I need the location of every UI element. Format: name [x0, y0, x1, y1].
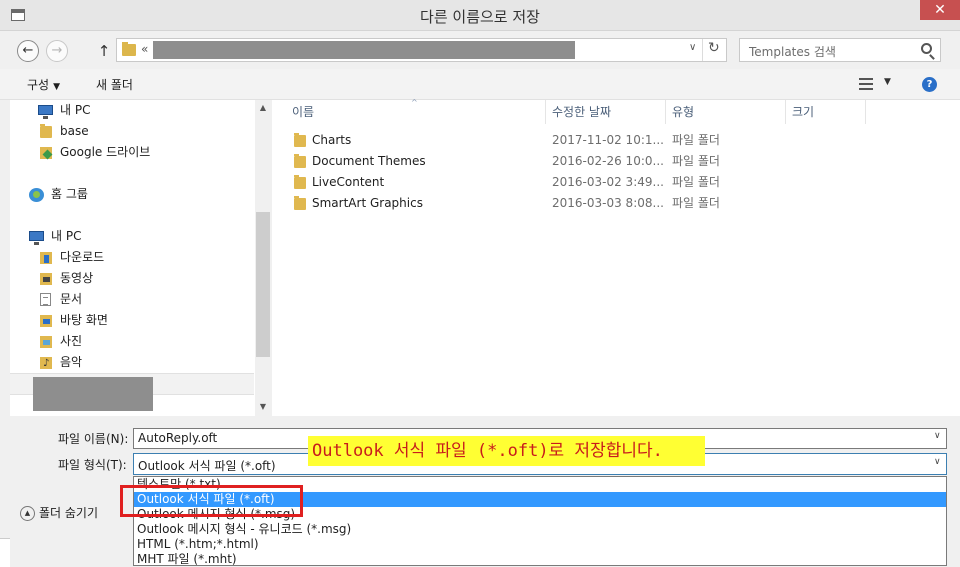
sidebar-item-label: 음악 [60, 355, 83, 369]
sidebar-item-label: 바탕 화면 [60, 313, 108, 327]
filetype-label: 파일 형식(T): [58, 458, 127, 472]
back-button[interactable]: ← [17, 40, 39, 62]
scroll-up-icon[interactable]: ▲ [255, 103, 271, 112]
file-date: 2016-02-26 10:0... [552, 154, 664, 168]
column-divider[interactable] [545, 100, 546, 124]
sidebar-item-label: 다운로드 [60, 250, 105, 264]
redacted-path [153, 41, 575, 59]
file-name: Document Themes [312, 154, 426, 168]
sidebar-item-label: 내 PC [60, 103, 91, 117]
filetype-option[interactable]: Outlook 메시지 형식 - 유니코드 (*.msg) [134, 522, 946, 537]
navigation-scrollbar[interactable]: ▲ ▼ [255, 100, 271, 416]
folder-icon [294, 196, 306, 210]
command-toolbar: 구성 ▼ 새 폴더 ▼ ? [0, 69, 960, 100]
homegroup-icon [29, 188, 44, 202]
address-bar-row: ← → ↑ « ∨ ↻ Templates 검색 [0, 31, 960, 69]
sort-ascending-icon: ^ [411, 98, 418, 107]
pictures-icon [40, 336, 52, 348]
file-date: 2016-03-02 3:49... [552, 175, 664, 189]
address-bar[interactable]: « ∨ ↻ [116, 38, 727, 62]
sidebar-item-label: 동영상 [60, 271, 94, 285]
filename-value[interactable]: AutoReply.oft [138, 431, 217, 445]
file-name: LiveContent [312, 175, 385, 189]
chevron-down-icon[interactable]: ∨ [934, 457, 941, 467]
forward-button[interactable]: → [46, 40, 68, 62]
file-type: 파일 폴더 [672, 133, 720, 147]
close-button[interactable]: ✕ [920, 0, 960, 20]
column-divider[interactable] [785, 100, 786, 124]
folder-icon [294, 133, 306, 147]
column-header-name[interactable]: 이름 [292, 100, 314, 124]
column-header-size[interactable]: 크기 [792, 100, 814, 124]
search-icon[interactable] [921, 43, 932, 54]
file-name: Charts [312, 133, 352, 147]
view-dropdown-icon[interactable]: ▼ [884, 77, 891, 87]
chevron-down-icon: ▼ [53, 82, 61, 92]
file-date: 2016-03-03 8:08... [552, 196, 664, 210]
new-folder-button[interactable]: 새 폴더 [96, 76, 133, 93]
search-box[interactable]: Templates 검색 [739, 38, 941, 62]
save-options-panel: 파일 이름(N): AutoReply.oft ∨ 파일 형식(T): Outl… [0, 416, 960, 567]
file-name: SmartArt Graphics [312, 196, 423, 210]
folder-icon [294, 175, 306, 189]
window-title: 다른 이름으로 저장 [420, 8, 540, 26]
sidebar-item-label: Google 드라이브 [60, 145, 151, 159]
hide-folders-button[interactable]: ▲ 폴더 숨기기 [20, 504, 98, 521]
file-row[interactable]: LiveContent 2016-03-02 3:49... 파일 폴더 [272, 172, 960, 193]
organize-button[interactable]: 구성 ▼ [27, 76, 60, 93]
sidebar-item-label: base [60, 124, 89, 138]
folder-icon [122, 42, 136, 56]
filetype-option[interactable]: HTML (*.htm;*.html) [134, 537, 946, 552]
window-edge [0, 538, 10, 567]
chevron-up-icon: ▲ [20, 506, 35, 521]
filetype-option[interactable]: MHT 파일 (*.mht) [134, 552, 946, 567]
sidebar-item-label: 내 PC [51, 229, 82, 243]
pc-icon [29, 231, 44, 245]
documents-icon [40, 293, 51, 306]
file-row[interactable]: Charts 2017-11-02 10:1... 파일 폴더 [272, 130, 960, 151]
column-divider[interactable] [865, 100, 866, 124]
column-header-date[interactable]: 수정한 날짜 [552, 100, 611, 124]
scroll-down-icon[interactable]: ▼ [255, 402, 271, 411]
up-button[interactable]: ↑ [96, 40, 112, 62]
sidebar-item-label: 홈 그룹 [51, 187, 88, 201]
view-options-icon[interactable] [859, 78, 873, 90]
redacted-item [33, 377, 153, 411]
refresh-icon[interactable]: ↻ [708, 40, 720, 56]
desktop-icon [40, 315, 52, 327]
file-row[interactable]: SmartArt Graphics 2016-03-03 8:08... 파일 … [272, 193, 960, 214]
annotation-callout: Outlook 서식 파일 (*.oft)로 저장합니다. [308, 436, 705, 466]
address-dropdown-icon[interactable]: ∨ [689, 42, 696, 53]
hide-folders-label: 폴더 숨기기 [39, 506, 99, 520]
downloads-icon [40, 252, 52, 264]
file-row[interactable]: Document Themes 2016-02-26 10:0... 파일 폴더 [272, 151, 960, 172]
annotation-highlight-box [120, 485, 303, 517]
file-list: ^ 이름 수정한 날짜 유형 크기 Charts 2017-11-02 10:1… [272, 98, 960, 416]
file-date: 2017-11-02 10:1... [552, 133, 664, 147]
folder-icon [40, 124, 52, 138]
organize-label: 구성 [27, 78, 50, 92]
help-icon[interactable]: ? [922, 77, 937, 92]
column-divider[interactable] [665, 100, 666, 124]
column-header-type[interactable]: 유형 [672, 100, 694, 124]
filetype-value[interactable]: Outlook 서식 파일 (*.oft) [138, 457, 276, 474]
title-bar: 다른 이름으로 저장 ✕ [0, 0, 960, 31]
scrollbar-thumb[interactable] [256, 212, 270, 357]
music-icon [40, 354, 52, 373]
address-divider [702, 39, 703, 61]
sidebar-item-label: 문서 [60, 292, 83, 306]
file-type: 파일 폴더 [672, 154, 720, 168]
videos-icon [40, 273, 52, 285]
folder-icon [294, 154, 306, 168]
file-type: 파일 폴더 [672, 196, 720, 210]
navigation-pane: 내 PC base Google 드라이브 홈 그룹 내 PC 다운로드 동영상… [10, 100, 271, 416]
search-input[interactable]: Templates 검색 [749, 43, 836, 60]
sidebar-item-label: 사진 [60, 334, 83, 348]
filename-label: 파일 이름(N): [58, 432, 129, 446]
address-prefix[interactable]: « [141, 42, 148, 56]
gdrive-icon [40, 147, 52, 159]
pc-icon [38, 105, 53, 119]
chevron-down-icon[interactable]: ∨ [934, 431, 941, 441]
file-type: 파일 폴더 [672, 175, 720, 189]
